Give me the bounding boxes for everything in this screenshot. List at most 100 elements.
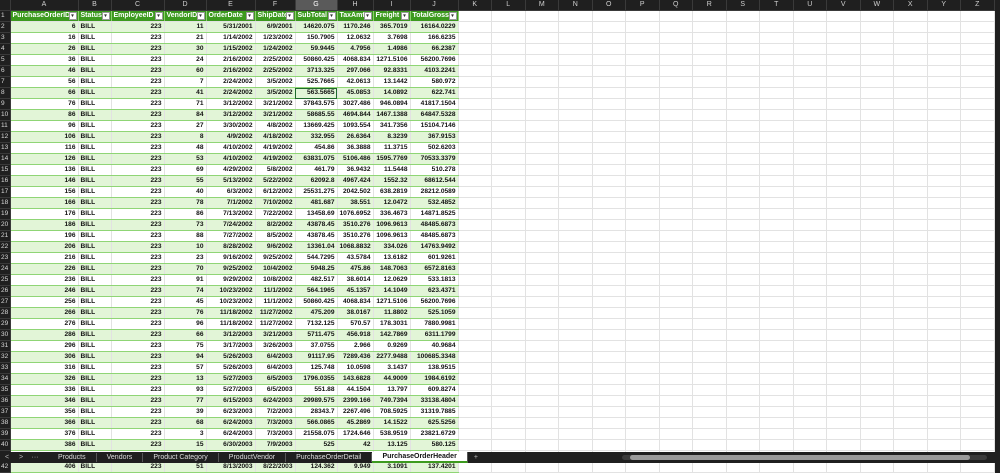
empty-cell[interactable] [860, 439, 894, 451]
cell[interactable]: 6/24/2003 [206, 428, 256, 440]
empty-cell[interactable] [960, 76, 995, 88]
empty-cell[interactable] [759, 362, 794, 374]
empty-cell[interactable] [659, 274, 693, 286]
empty-cell[interactable] [592, 263, 626, 275]
cell[interactable]: 5/27/2003 [206, 384, 256, 396]
empty-cell[interactable] [826, 98, 861, 110]
empty-cell[interactable] [458, 417, 492, 429]
empty-cell[interactable] [625, 208, 660, 220]
row-header[interactable]: 32 [0, 351, 11, 363]
next-sheet-button[interactable]: > [14, 454, 28, 461]
empty-cell[interactable] [659, 461, 693, 473]
empty-cell[interactable] [692, 296, 727, 308]
empty-cell[interactable] [692, 263, 727, 275]
empty-cell[interactable] [893, 54, 928, 66]
empty-cell[interactable] [860, 461, 894, 473]
empty-cell[interactable] [625, 263, 660, 275]
cell[interactable]: 2267.496 [337, 406, 374, 418]
empty-cell[interactable] [525, 54, 559, 66]
empty-cell[interactable] [692, 252, 727, 264]
empty-cell[interactable] [692, 98, 727, 110]
empty-cell[interactable] [726, 428, 760, 440]
empty-cell[interactable] [525, 362, 559, 374]
empty-cell[interactable] [525, 307, 559, 319]
cell[interactable]: 3.7698 [373, 32, 411, 44]
select-all-corner[interactable] [0, 0, 11, 11]
empty-cell[interactable] [525, 142, 559, 154]
cell[interactable]: BILL [78, 142, 112, 154]
empty-cell[interactable] [960, 318, 995, 330]
empty-cell[interactable] [927, 142, 961, 154]
empty-cell[interactable] [960, 439, 995, 451]
empty-cell[interactable] [893, 329, 928, 341]
cell[interactable]: 1096.9613 [373, 219, 411, 231]
empty-cell[interactable] [558, 329, 593, 341]
empty-cell[interactable] [558, 318, 593, 330]
empty-cell[interactable] [491, 164, 526, 176]
empty-cell[interactable] [491, 274, 526, 286]
cell[interactable]: 86 [164, 208, 207, 220]
column-header-a[interactable]: A [10, 0, 79, 11]
empty-cell[interactable] [458, 109, 492, 121]
cell[interactable]: 45.1357 [337, 285, 374, 297]
cell[interactable]: 454.86 [295, 142, 338, 154]
empty-cell[interactable] [960, 417, 995, 429]
empty-cell[interactable] [625, 197, 660, 209]
cell[interactable]: 8/5/2002 [255, 230, 296, 242]
empty-cell[interactable] [793, 164, 827, 176]
empty-cell[interactable] [659, 219, 693, 231]
cell[interactable]: 13 [164, 373, 207, 385]
cell[interactable]: 580.972 [410, 76, 459, 88]
cell[interactable]: 43.5784 [337, 252, 374, 264]
empty-cell[interactable] [592, 76, 626, 88]
cell[interactable]: 71 [164, 98, 207, 110]
empty-cell[interactable] [759, 461, 794, 473]
cell[interactable]: 223 [111, 439, 165, 451]
row-header[interactable]: 15 [0, 164, 11, 176]
cell[interactable]: 70 [164, 263, 207, 275]
cell[interactable]: 76 [10, 98, 79, 110]
empty-cell[interactable] [759, 98, 794, 110]
sheet-tab[interactable]: ProductVendor [219, 453, 287, 462]
empty-cell[interactable] [625, 395, 660, 407]
column-header-m[interactable]: M [525, 0, 559, 11]
empty-cell[interactable] [692, 384, 727, 396]
empty-cell[interactable] [592, 65, 626, 77]
cell[interactable]: 8.3239 [373, 131, 411, 143]
empty-cell[interactable] [826, 263, 861, 275]
cell[interactable]: 41 [164, 87, 207, 99]
cell[interactable]: 126 [10, 153, 79, 165]
cell[interactable]: 223 [111, 406, 165, 418]
empty-cell[interactable] [927, 461, 961, 473]
empty-cell[interactable] [491, 351, 526, 363]
empty-cell[interactable] [960, 252, 995, 264]
cell[interactable]: BILL [78, 373, 112, 385]
cell[interactable]: 551.88 [295, 384, 338, 396]
empty-cell[interactable] [692, 120, 727, 132]
empty-cell[interactable] [692, 208, 727, 220]
cell[interactable]: 341.7356 [373, 120, 411, 132]
empty-cell[interactable] [458, 10, 492, 22]
empty-cell[interactable] [558, 186, 593, 198]
empty-cell[interactable] [558, 263, 593, 275]
empty-cell[interactable] [659, 428, 693, 440]
empty-cell[interactable] [558, 373, 593, 385]
cell[interactable]: 25531.275 [295, 186, 338, 198]
cell[interactable]: 525 [295, 439, 338, 451]
column-header-n[interactable]: N [558, 0, 593, 11]
empty-cell[interactable] [592, 175, 626, 187]
cell[interactable]: 11/27/2002 [255, 307, 296, 319]
empty-cell[interactable] [625, 131, 660, 143]
empty-cell[interactable] [491, 384, 526, 396]
empty-cell[interactable] [525, 252, 559, 264]
empty-cell[interactable] [692, 351, 727, 363]
cell[interactable]: 10.0598 [337, 362, 374, 374]
empty-cell[interactable] [726, 241, 760, 253]
empty-cell[interactable] [960, 340, 995, 352]
empty-cell[interactable] [558, 197, 593, 209]
empty-cell[interactable] [692, 32, 727, 44]
empty-cell[interactable] [525, 219, 559, 231]
empty-cell[interactable] [625, 109, 660, 121]
cell[interactable]: 11 [164, 21, 207, 33]
empty-cell[interactable] [692, 406, 727, 418]
